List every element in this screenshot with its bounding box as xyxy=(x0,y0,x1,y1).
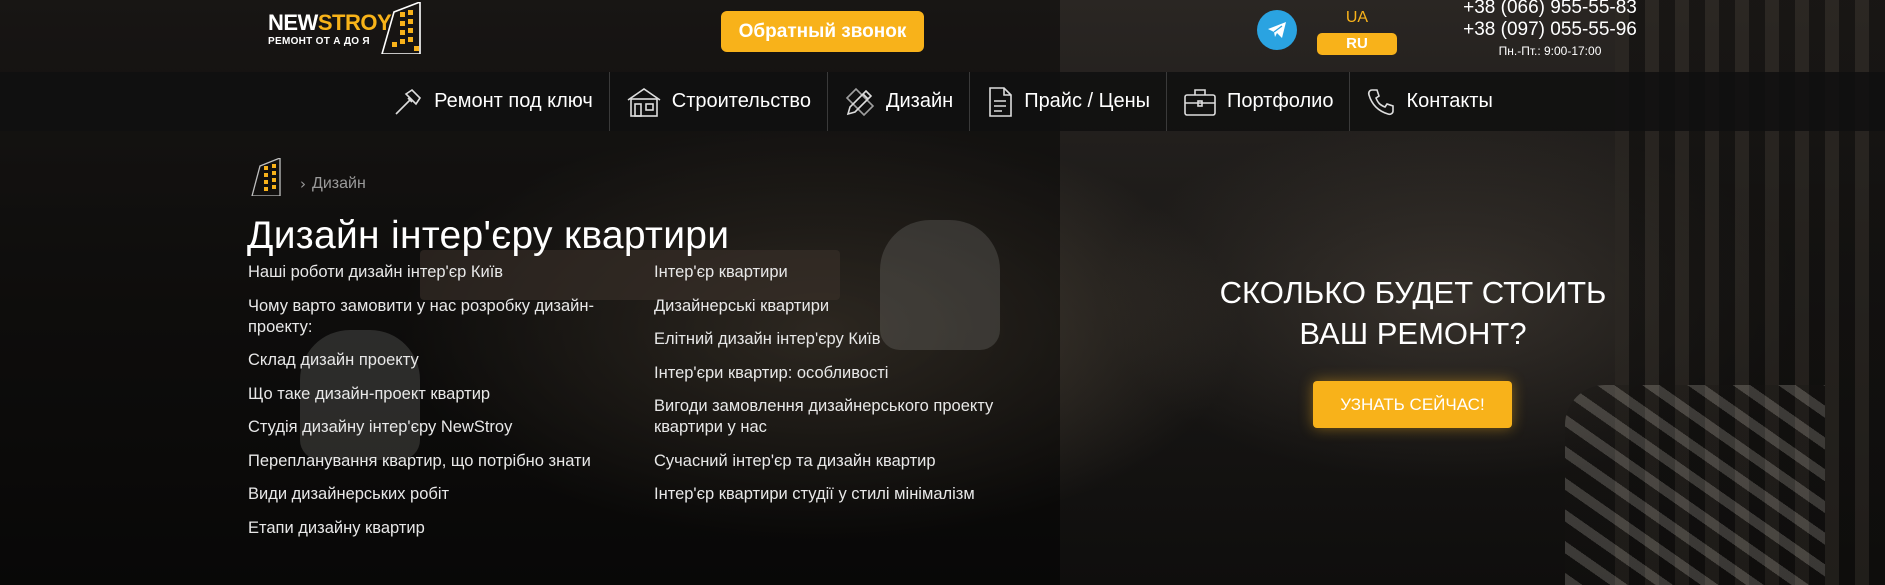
contact-phones: +38 (066) 955-55-83 +38 (097) 055-55-96 … xyxy=(1440,0,1660,59)
logo-wordmark: NEWSTROY xyxy=(268,10,392,35)
callback-button[interactable]: Обратный звонок xyxy=(721,11,924,52)
toc-link[interactable]: Інтер'єр квартири студії у стилі мінімал… xyxy=(654,484,1054,505)
document-icon xyxy=(989,86,1012,117)
nav-label: Строительство xyxy=(671,90,811,112)
working-hours: Пн.-Пт.: 9:00-17:00 xyxy=(1498,44,1602,58)
nav-item-construction[interactable]: Строительство xyxy=(610,72,828,131)
building-home-icon[interactable] xyxy=(248,158,288,196)
hammer-icon xyxy=(395,88,422,115)
telegram-button[interactable] xyxy=(1257,10,1297,50)
cta-heading-line2: ВАШ РЕМОНТ? xyxy=(1299,316,1527,351)
nav-item-prices[interactable]: Прайс / Цены xyxy=(970,72,1167,131)
nav-label: Прайс / Цены xyxy=(1024,90,1150,112)
toc-left: Наші роботи дизайн інтер'єр Київ Чому ва… xyxy=(248,262,640,551)
cta-heading: СКОЛЬКО БУДЕТ СТОИТЬ ВАШ РЕМОНТ? xyxy=(1180,272,1646,354)
breadcrumb-current: Дизайн xyxy=(312,175,366,192)
cta-button[interactable]: УЗНАТЬ СЕЙЧАС! xyxy=(1313,381,1512,428)
nav-label: Дизайн xyxy=(885,90,954,112)
phone-1[interactable]: +38 (066) 955-55-83 xyxy=(1440,0,1660,19)
toc-link[interactable]: Етапи дизайну квартир xyxy=(248,518,640,539)
building-logo-icon xyxy=(381,2,421,54)
house-icon xyxy=(627,87,661,117)
page-title: Дизайн інтер'єру квартири xyxy=(247,214,730,257)
language-ua[interactable]: UA xyxy=(1317,9,1397,27)
toc-link[interactable]: Інтер'єр квартири xyxy=(654,262,1054,283)
telegram-icon xyxy=(1268,22,1286,38)
background-rug xyxy=(1565,385,1825,585)
toc-link[interactable]: Елітний дизайн інтер'єру Київ xyxy=(654,329,1054,350)
phone-2[interactable]: +38 (097) 055-55-96 xyxy=(1440,19,1660,41)
briefcase-icon xyxy=(1184,88,1216,116)
nav-label: Портфолио xyxy=(1227,90,1334,112)
logo[interactable]: NEWSTROY РЕМОНТ ОТ А ДО Я xyxy=(268,2,428,54)
nav-label: Контакты xyxy=(1406,90,1493,112)
toc-link[interactable]: Чому варто замовити у нас розробку дизай… xyxy=(248,296,640,338)
toc-link[interactable]: Види дизайнерських робіт xyxy=(248,484,640,505)
toc-link[interactable]: Склад дизайн проекту xyxy=(248,350,640,371)
breadcrumb-separator: › xyxy=(300,175,306,193)
toc-link[interactable]: Інтер'єри квартир: особливості xyxy=(654,363,1054,384)
toc-link[interactable]: Наші роботи дизайн інтер'єр Київ xyxy=(248,262,640,283)
cta-heading-line1: СКОЛЬКО БУДЕТ СТОИТЬ xyxy=(1219,275,1607,310)
phone-icon xyxy=(1368,88,1395,115)
nav-item-portfolio[interactable]: Портфолио xyxy=(1167,72,1351,131)
nav-label: Ремонт под ключ xyxy=(434,90,593,112)
main-nav: Ремонт под ключ Строительство Дизайн Пра… xyxy=(0,72,1885,131)
nav-item-renovation[interactable]: Ремонт под ключ xyxy=(376,72,610,131)
toc-link[interactable]: Перепланування квартир, що потрібно знат… xyxy=(248,451,640,472)
toc-link[interactable]: Сучасний інтер'єр та дизайн квартир xyxy=(654,451,1054,472)
breadcrumb: › Дизайн xyxy=(248,158,366,196)
toc-link[interactable]: Студія дизайну інтер'єру NewStroy xyxy=(248,417,640,438)
toc-link[interactable]: Вигоди замовлення дизайнерського проекту… xyxy=(654,396,1054,438)
nav-item-design[interactable]: Дизайн xyxy=(828,72,971,131)
nav-item-contacts[interactable]: Контакты xyxy=(1350,72,1508,131)
toc-right: Інтер'єр квартири Дизайнерські квартири … xyxy=(654,262,1054,518)
language-ru[interactable]: RU xyxy=(1317,33,1397,55)
pencil-ruler-icon xyxy=(845,87,875,116)
toc-link[interactable]: Дизайнерські квартири xyxy=(654,296,1054,317)
toc-link[interactable]: Що таке дизайн-проект квартир xyxy=(248,384,640,405)
top-header: NEWSTROY РЕМОНТ ОТ А ДО Я Обратный звоно… xyxy=(0,0,1885,72)
logo-tagline: РЕМОНТ ОТ А ДО Я xyxy=(268,36,370,47)
